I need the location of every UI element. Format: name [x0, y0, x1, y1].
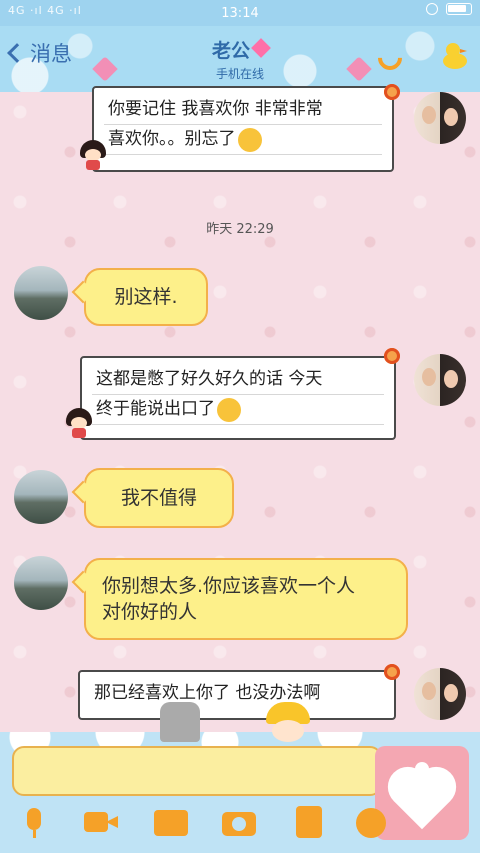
mic-icon	[27, 808, 41, 830]
message-line: 你别想太多.你应该喜欢一个人	[102, 575, 356, 597]
my-avatar[interactable]	[414, 354, 466, 406]
contact-title-area[interactable]: 老公 手机在线	[0, 36, 480, 82]
duck-icon[interactable]	[440, 40, 470, 70]
flower-icon	[384, 348, 400, 364]
maruko-sticker-icon	[262, 702, 314, 748]
message-line: 喜欢你。。别忘了	[108, 124, 378, 154]
chat-header: 消息 老公 手机在线	[0, 26, 480, 92]
status-icons	[426, 3, 472, 15]
message-bubble-received[interactable]: 我不值得	[84, 468, 234, 528]
message-input[interactable]	[12, 746, 382, 796]
my-avatar[interactable]	[414, 92, 466, 144]
file-button[interactable]	[292, 806, 326, 840]
status-time: 13:14	[221, 5, 259, 21]
message-line: 那已经喜欢上你了 也没办法啊	[94, 683, 321, 703]
contact-avatar[interactable]	[14, 470, 68, 524]
message-text: 我不值得	[120, 487, 197, 509]
message-bubble-sent[interactable]: 那已经喜欢上你了 也没办法啊	[78, 670, 396, 720]
status-bar: 4G ·ıl 4G ·ıl 13:14	[0, 0, 480, 26]
my-avatar[interactable]	[414, 668, 466, 720]
flower-icon	[384, 84, 400, 100]
message-bubble-sent[interactable]: 这都是憋了好久好久的话 今天 终于能说出口了	[80, 356, 396, 440]
heart-icon	[251, 38, 271, 58]
message-text: 别这样.	[114, 286, 178, 308]
contact-avatar[interactable]	[14, 266, 68, 320]
video-call-button[interactable]	[84, 806, 118, 840]
message-line: 终于能说出口了	[96, 394, 380, 424]
message-line: 对你好的人	[102, 601, 198, 623]
mic-button[interactable]	[18, 806, 52, 840]
girl-sticker-icon	[66, 408, 92, 438]
heart-send-icon	[393, 772, 451, 830]
alarm-icon	[426, 3, 438, 15]
pensive-emoji-icon	[237, 127, 262, 152]
message-line: 你要记住 我喜欢你 非常非常	[108, 99, 323, 119]
image-button[interactable]	[154, 806, 188, 840]
emoji-button[interactable]	[356, 806, 390, 840]
emoji-icon	[356, 808, 386, 838]
message-bubble-received[interactable]: 别这样.	[84, 268, 208, 326]
girl-sticker-icon	[80, 140, 106, 170]
contact-avatar[interactable]	[14, 556, 68, 610]
message-bubble-sent[interactable]: 你要记住 我喜欢你 非常非常 喜欢你。。别忘了	[92, 86, 394, 172]
image-icon	[154, 810, 188, 836]
signal-icon: 4G ·ıl 4G ·ıl	[8, 4, 82, 17]
video-icon	[84, 812, 108, 832]
message-bubble-received[interactable]: 你别想太多.你应该喜欢一个人 对你好的人	[84, 558, 408, 640]
flower-icon	[384, 664, 400, 680]
message-line: 这都是憋了好久好久的话 今天	[96, 369, 323, 389]
online-status: 手机在线	[215, 67, 264, 81]
timestamp: 昨天 22:29	[206, 222, 274, 237]
smile-emoji-icon	[217, 397, 241, 422]
file-icon	[296, 806, 322, 838]
battery-icon	[446, 3, 472, 15]
contact-name: 老公	[211, 40, 250, 62]
cat-sticker-icon	[160, 702, 200, 742]
camera-button[interactable]	[222, 806, 256, 840]
